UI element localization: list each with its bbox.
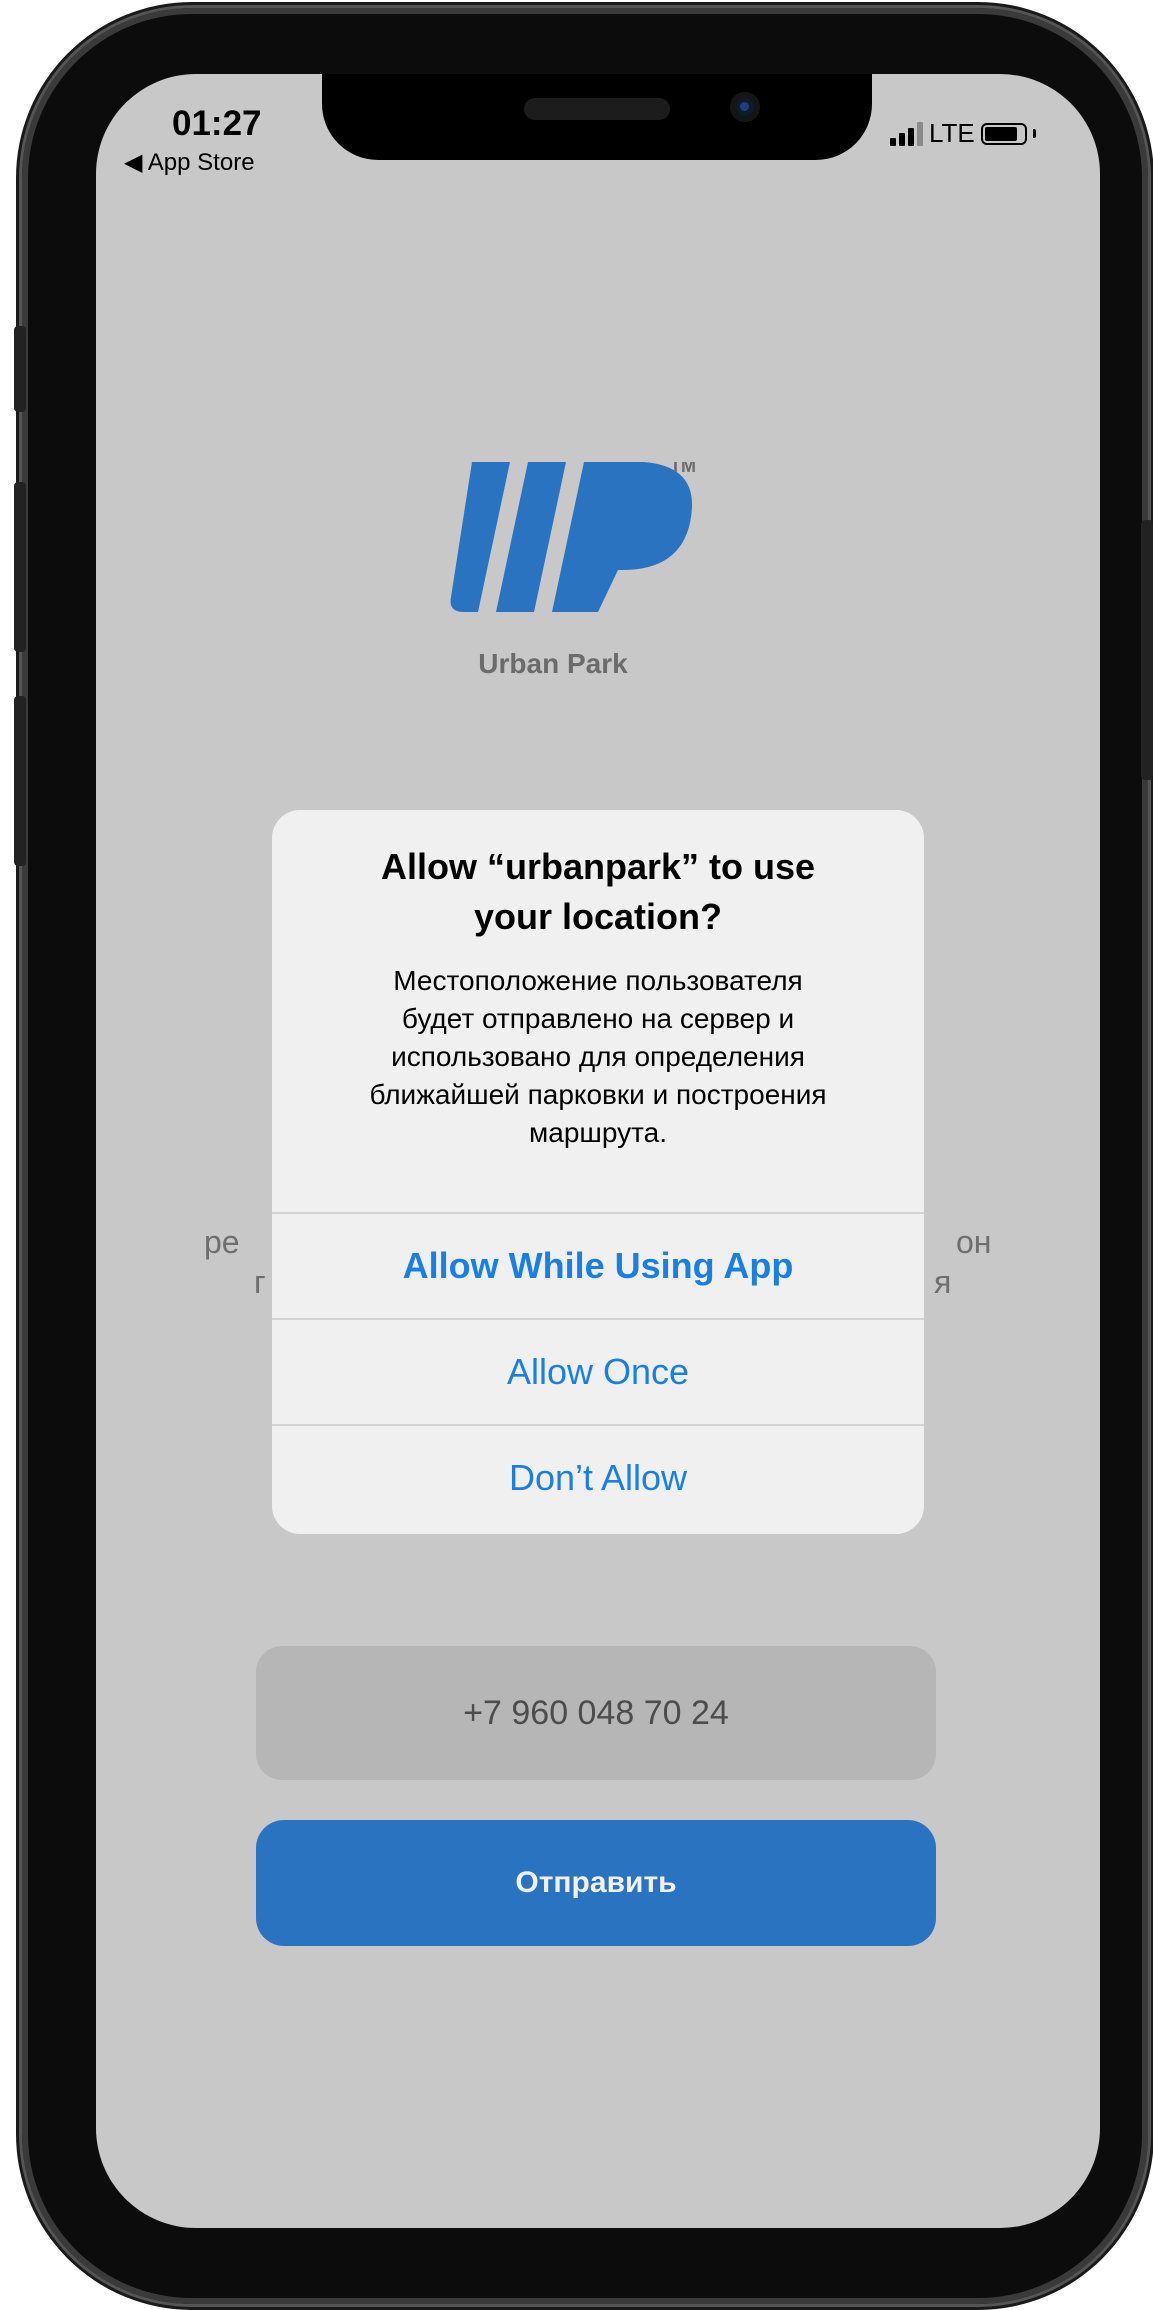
battery-icon — [980, 122, 1027, 145]
allow-while-using-app-button[interactable]: Allow While Using App — [272, 1212, 924, 1318]
alert-message-line: ближайшей парковки и построения — [369, 1079, 827, 1110]
alert-message-line: будет отправлено на сервер и — [401, 1003, 795, 1034]
background-text-fragment: он — [956, 1224, 992, 1260]
battery-tip — [1032, 129, 1036, 138]
camera-icon — [730, 92, 760, 122]
alert-title: Allow “urbanpark” to use your location? — [272, 842, 924, 942]
notch — [322, 74, 872, 160]
alert-message-line: маршрута. — [529, 1117, 667, 1148]
background-text-fragment: ре — [204, 1224, 240, 1260]
volume-down-button — [14, 696, 26, 866]
volume-up-button — [14, 482, 26, 652]
location-permission-alert: Allow “urbanpark” to use your location? … — [272, 810, 924, 1534]
status-indicators: LTE — [890, 118, 1036, 149]
back-to-app-store-link[interactable]: ◀ App Store — [124, 148, 255, 177]
mute-switch — [14, 326, 26, 412]
logo-mark-icon: TM — [450, 456, 696, 612]
speaker-grille — [524, 98, 670, 120]
status-time: 01:27 — [172, 104, 262, 143]
alert-title-line: Allow “urbanpark” to use — [380, 846, 816, 887]
alert-title-line: your location? — [473, 896, 722, 937]
power-button — [1141, 520, 1153, 780]
screen: 01:27 ◀ App Store LTE TM Urban Park ре о… — [96, 74, 1100, 2228]
phone-number-field[interactable]: +7 960 048 70 24 — [256, 1646, 936, 1780]
dont-allow-button[interactable]: Don’t Allow — [272, 1424, 924, 1530]
trademark-mark: TM — [670, 462, 696, 476]
background-text-fragment: я — [934, 1264, 952, 1300]
background-text-fragment: г — [254, 1264, 266, 1300]
allow-once-button[interactable]: Allow Once — [272, 1318, 924, 1424]
network-type: LTE — [929, 118, 975, 148]
submit-button[interactable]: Отправить — [256, 1820, 936, 1946]
alert-message-line: использовано для определения — [391, 1041, 805, 1072]
alert-message-line: Местоположение пользователя — [393, 965, 803, 996]
urban-park-logo: TM Urban Park — [448, 456, 708, 692]
signal-icon — [890, 121, 923, 146]
logo-caption: Urban Park — [478, 648, 628, 679]
alert-message: Местоположение пользователя будет отправ… — [272, 962, 924, 1152]
